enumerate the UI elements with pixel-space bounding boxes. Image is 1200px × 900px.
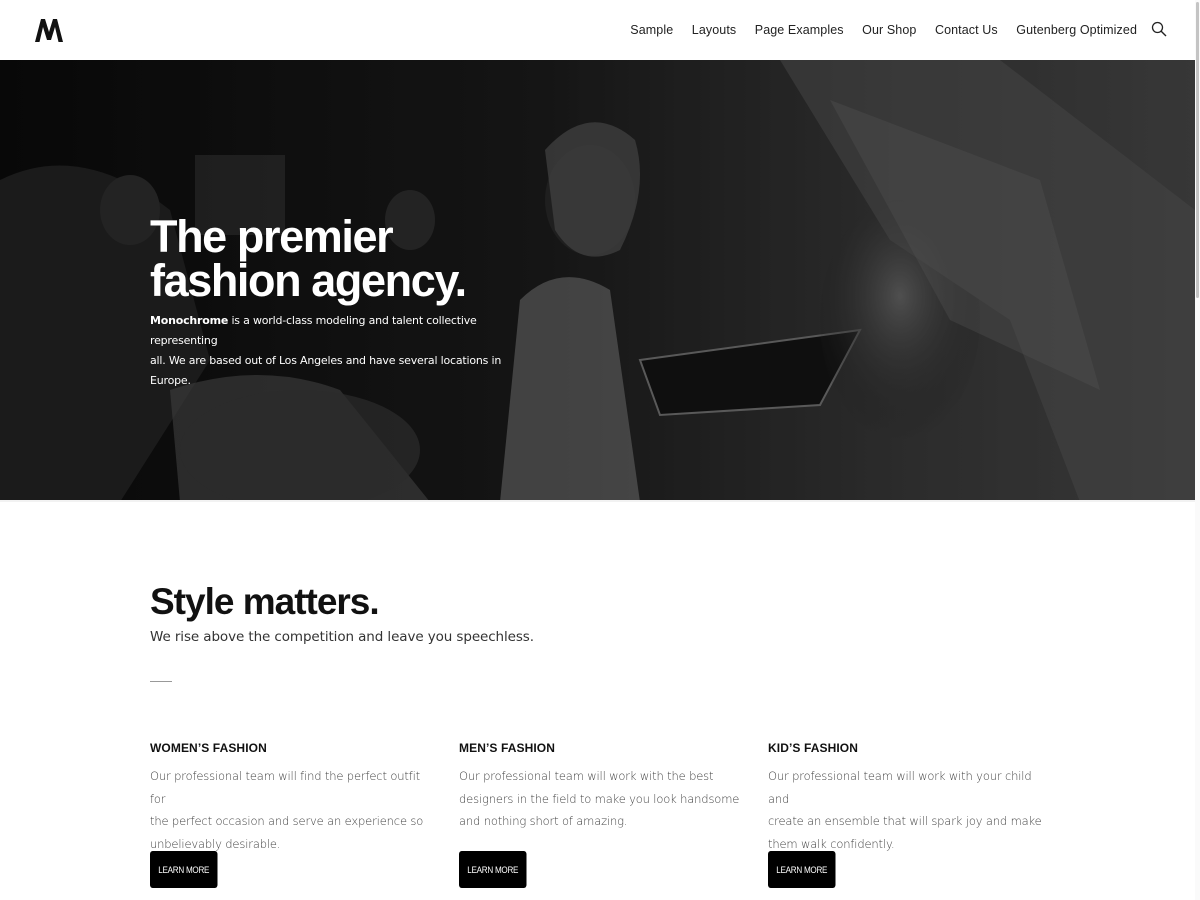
- main-nav: Sample Layouts Page Examples Our Shop Co…: [630, 0, 1137, 60]
- nav-gutenberg-optimized[interactable]: Gutenberg Optimized: [1016, 23, 1137, 37]
- feature-text: Our professional team will find the perf…: [150, 765, 435, 855]
- hero-description: Monochrome is a world-class modeling and…: [150, 311, 515, 391]
- logo-icon[interactable]: [34, 18, 64, 42]
- feature-column-kids: KID’S FASHION Our professional team will…: [768, 740, 1053, 888]
- scrollbar-thumb[interactable]: [1196, 2, 1199, 298]
- search-icon[interactable]: [1151, 21, 1167, 37]
- feature-text: Our professional team will work with the…: [459, 765, 744, 833]
- section-divider: [150, 681, 172, 682]
- feature-text-line: and nothing short of amazing.: [459, 814, 628, 828]
- feature-column-men: MEN’S FASHION Our professional team will…: [459, 740, 744, 888]
- nav-layouts[interactable]: Layouts: [692, 23, 736, 37]
- feature-text-line: them walk confidently.: [768, 836, 895, 851]
- feature-title: MEN’S FASHION: [459, 741, 555, 755]
- learn-more-button-men[interactable]: LEARN MORE: [459, 851, 527, 888]
- feature-text-line: create an ensemble that will spark joy a…: [768, 814, 1042, 828]
- hero-brand-name: Monochrome: [150, 314, 229, 327]
- feature-text-line: the perfect occasion and serve an experi…: [150, 814, 424, 828]
- nav-page-examples[interactable]: Page Examples: [755, 23, 844, 37]
- hero-title-line-2: fashion agency.: [150, 255, 467, 306]
- feature-title: KID’S FASHION: [768, 741, 858, 755]
- nav-our-shop[interactable]: Our Shop: [862, 23, 916, 37]
- learn-more-button-kids[interactable]: LEARN MORE: [768, 851, 836, 888]
- hero-title: The premier fashion agency.: [150, 214, 570, 306]
- hero-desc-text-2: all. We are based out of Los Angeles and…: [150, 354, 502, 387]
- nav-sample[interactable]: Sample: [630, 23, 673, 37]
- section-subtitle: We rise above the competition and leave …: [150, 629, 534, 645]
- feature-text-line: unbelievably desirable.: [150, 836, 281, 851]
- feature-column-women: WOMEN’S FASHION Our professional team wi…: [150, 740, 435, 888]
- feature-text-line: Our professional team will work with the…: [459, 769, 714, 783]
- hero-section: The premier fashion agency. Monochrome i…: [0, 60, 1195, 502]
- feature-text-line: Our professional team will find the perf…: [150, 769, 421, 806]
- section-title: Style matters.: [150, 581, 380, 622]
- feature-title: WOMEN’S FASHION: [150, 741, 267, 755]
- nav-contact-us[interactable]: Contact Us: [935, 23, 998, 37]
- feature-text-line: Our professional team will work with you…: [768, 769, 1032, 806]
- feature-text: Our professional team will work with you…: [768, 765, 1053, 855]
- feature-text-line: designers in the field to make you look …: [459, 791, 740, 806]
- learn-more-button-women[interactable]: LEARN MORE: [150, 851, 218, 888]
- site-header: Sample Layouts Page Examples Our Shop Co…: [0, 0, 1200, 60]
